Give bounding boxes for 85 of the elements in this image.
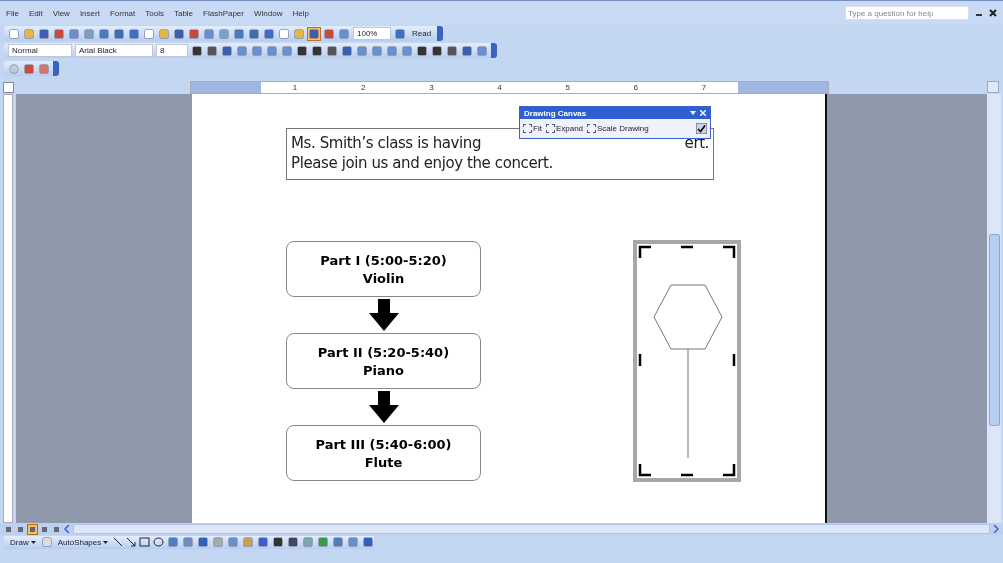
- ruler-number: 1: [292, 82, 298, 92]
- menu-item[interactable]: View: [52, 8, 70, 18]
- text-line: Please join us and enjoy the concert.: [291, 153, 553, 173]
- menu-item[interactable]: Insert: [79, 8, 100, 18]
- view-button[interactable]: [52, 524, 61, 534]
- down-arrow: [368, 391, 399, 423]
- draw-menu-button[interactable]: Draw: [8, 537, 38, 547]
- menu-item[interactable]: Table: [173, 8, 194, 18]
- scroll-left-icon[interactable]: [64, 525, 70, 533]
- dropdown-icon[interactable]: [690, 111, 696, 115]
- read-button[interactable]: Read: [409, 29, 435, 38]
- toolbar-button[interactable]: [206, 44, 218, 57]
- menu-item[interactable]: File: [6, 8, 19, 18]
- toolbar-button[interactable]: [446, 44, 458, 57]
- close-icon[interactable]: [989, 9, 997, 17]
- toolbar-button[interactable]: [38, 27, 50, 40]
- toolbar-grip[interactable]: [491, 43, 497, 58]
- menu-item[interactable]: Window: [254, 8, 283, 18]
- font-size-dropdown[interactable]: 8: [156, 44, 188, 57]
- caret-icon: [30, 540, 36, 544]
- box-title: Part III (5:40-6:00): [315, 436, 452, 452]
- toolbar-button[interactable]: [257, 536, 270, 548]
- toolbar-title: Drawing Canvas: [524, 108, 588, 118]
- menu-item[interactable]: Help: [292, 8, 309, 18]
- toolbar-grip[interactable]: [53, 61, 59, 76]
- toolbar-button[interactable]: [173, 27, 185, 40]
- ruler-number: 5: [565, 82, 570, 92]
- ruler-number: 3: [429, 82, 434, 92]
- horizontal-scrollbar[interactable]: [73, 524, 990, 534]
- toolbar-button[interactable]: [362, 536, 375, 548]
- text-line: ert.: [684, 133, 709, 153]
- canvas-toolbar-button[interactable]: Expand: [545, 124, 584, 133]
- menu-item[interactable]: Format: [109, 8, 136, 18]
- text-line: Ms. Smith’s class is having: [291, 133, 482, 153]
- view-button[interactable]: [16, 524, 25, 534]
- toolbar-button[interactable]: [431, 44, 443, 57]
- ruler-margin: [191, 81, 261, 93]
- canvas-toolbar-button[interactable]: Scale Drawing: [587, 124, 649, 133]
- ruler-number: 2: [361, 82, 366, 92]
- down-arrow: [368, 299, 399, 331]
- caret-icon: [103, 540, 109, 544]
- toolbar-button[interactable]: [341, 44, 353, 57]
- font-dropdown[interactable]: Arial Black: [75, 44, 153, 57]
- toolbar-button[interactable]: [191, 44, 203, 57]
- vertical-scrollbar[interactable]: [987, 94, 1001, 523]
- toolbar-button[interactable]: [296, 44, 308, 57]
- toolbar-button[interactable]: [272, 536, 285, 548]
- view-button[interactable]: [28, 524, 37, 534]
- toolbar-button[interactable]: [221, 44, 233, 57]
- box-title: Part I (5:00-5:20): [320, 252, 447, 268]
- scroll-up-button[interactable]: [987, 81, 999, 93]
- menu-item[interactable]: Tools: [145, 8, 164, 18]
- box-subtitle: Piano: [363, 362, 404, 378]
- oval-icon[interactable]: [153, 537, 165, 547]
- pointer-icon[interactable]: [40, 536, 53, 548]
- autoshapes-menu-button[interactable]: AutoShapes: [55, 537, 111, 547]
- toolbar-grip[interactable]: [437, 26, 444, 41]
- menu-item[interactable]: Edit: [28, 8, 43, 18]
- arrow-icon[interactable]: [126, 537, 137, 547]
- help-search-field[interactable]: Type a question for help: [845, 6, 969, 20]
- rectangle-icon[interactable]: [139, 537, 151, 547]
- ruler-number: 6: [633, 82, 638, 92]
- toolbar-button[interactable]: [326, 44, 338, 57]
- menu-item[interactable]: FlashPaper: [203, 8, 244, 18]
- ruler-number: 7: [701, 82, 707, 92]
- toolbar-button[interactable]: [311, 44, 323, 57]
- check-icon[interactable]: [696, 123, 707, 134]
- hexagon-shape[interactable]: [653, 284, 723, 350]
- scroll-right-icon[interactable]: [993, 525, 999, 533]
- toolbar-button[interactable]: [461, 44, 473, 57]
- view-button[interactable]: [4, 524, 13, 534]
- line-icon[interactable]: [113, 537, 124, 547]
- canvas-toolbar-button[interactable]: Fit: [523, 124, 542, 133]
- toolbar-button[interactable]: [197, 536, 210, 548]
- help-button[interactable]: [394, 27, 406, 40]
- box-subtitle: Flute: [364, 454, 403, 470]
- box-subtitle: Violin: [362, 270, 405, 286]
- style-dropdown[interactable]: Normal: [8, 44, 72, 57]
- view-button[interactable]: [40, 524, 49, 534]
- toolbar-button[interactable]: [416, 44, 428, 57]
- ruler-number: 4: [497, 82, 502, 92]
- box-title: Part II (5:20-5:40): [317, 344, 450, 360]
- tab-selector[interactable]: [3, 81, 14, 93]
- toolbar-button[interactable]: [287, 536, 300, 548]
- zoom-dropdown[interactable]: 100%: [353, 27, 391, 40]
